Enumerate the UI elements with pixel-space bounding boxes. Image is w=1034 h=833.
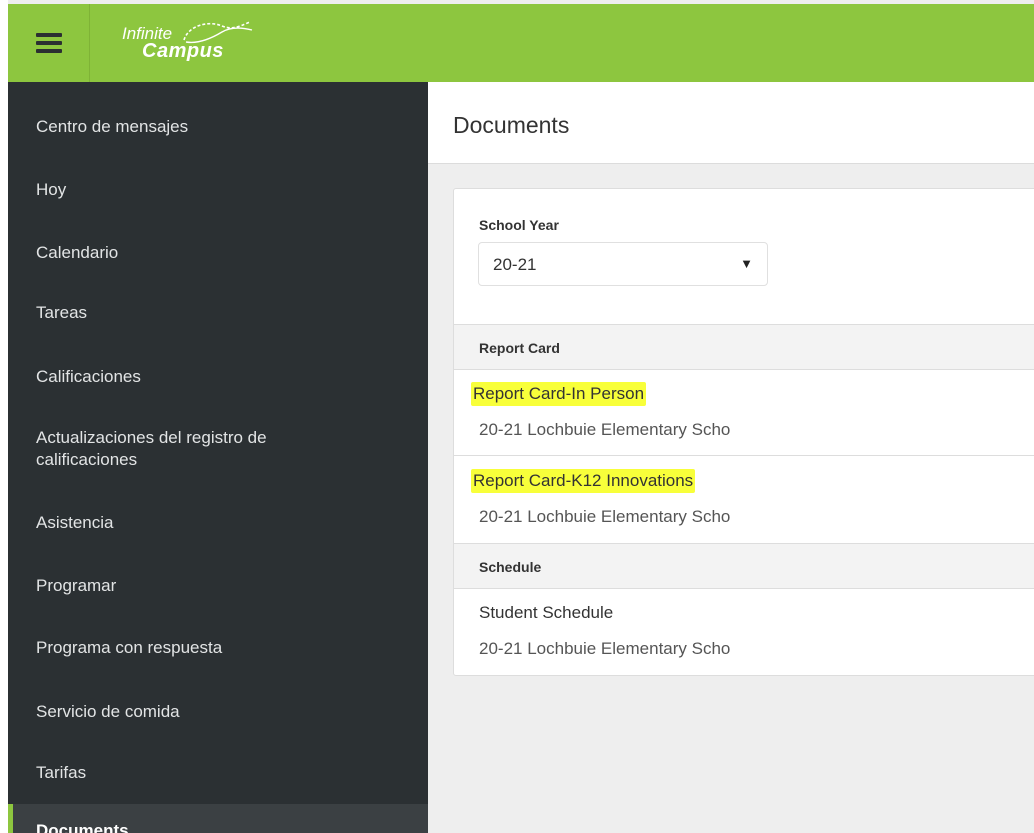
- sidebar-item-documents[interactable]: Documents: [8, 804, 428, 833]
- sidebar-item-label: Tareas: [36, 303, 88, 322]
- infinite-campus-logo[interactable]: Infinite Campus: [122, 18, 262, 68]
- sidebar-item-hoy[interactable]: Hoy: [8, 179, 428, 201]
- school-year-value: 20-21: [493, 255, 537, 274]
- sidebar-item-label: Servicio de comida: [36, 702, 180, 721]
- page-title: Documents: [453, 112, 570, 138]
- hamburger-menu-button[interactable]: [8, 4, 90, 82]
- documents-card: School Year 20-21 ▼ Report Card Report C…: [453, 188, 1034, 676]
- document-title-link[interactable]: Student Schedule: [479, 603, 613, 623]
- sidebar-item-label: Centro de mensajes: [36, 117, 189, 136]
- sidebar-item-label: Actualizaciones del registro de califica…: [36, 428, 267, 469]
- sidebar-item-label: Hoy: [36, 180, 67, 199]
- document-title-link[interactable]: Report Card-K12 Innovations: [471, 469, 696, 493]
- caret-down-icon: ▼: [740, 256, 753, 271]
- app-window: Infinite Campus Centro de mensajes Hoy C…: [0, 0, 1034, 833]
- sidebar-item-programa-con-respuesta[interactable]: Programa con respuesta: [8, 637, 428, 659]
- section-heading: Report Card: [479, 340, 560, 356]
- sidebar-nav: Centro de mensajes Hoy Calendario Tareas…: [8, 82, 428, 833]
- sidebar-item-asistencia[interactable]: Asistencia: [8, 512, 428, 534]
- sidebar-item-label: Calendario: [36, 243, 119, 262]
- sidebar-item-calendario[interactable]: Calendario: [8, 242, 428, 264]
- sidebar-item-servicio-de-comida[interactable]: Servicio de comida: [8, 701, 428, 723]
- sidebar-item-centro-de-mensajes[interactable]: Centro de mensajes: [8, 116, 428, 138]
- sidebar-item-label: Calificaciones: [36, 367, 141, 386]
- sidebar-item-label: Documents: [36, 821, 129, 833]
- page-edge: [0, 0, 8, 833]
- document-row-student-schedule[interactable]: Student Schedule 20-21 Lochbuie Elementa…: [454, 589, 1034, 675]
- sidebar-item-tarifas[interactable]: Tarifas: [8, 762, 428, 784]
- sidebar-item-label: Programar: [36, 576, 117, 595]
- sidebar-item-calificaciones[interactable]: Calificaciones: [8, 366, 428, 388]
- sidebar-item-label: Asistencia: [36, 513, 114, 532]
- section-header-schedule: Schedule: [454, 543, 1034, 589]
- logo-text-campus: Campus: [142, 40, 224, 62]
- sidebar-item-label: Programa con respuesta: [36, 638, 223, 657]
- section-header-report-card: Report Card: [454, 324, 1034, 370]
- document-title-link[interactable]: Report Card-In Person: [471, 382, 647, 406]
- school-year-select[interactable]: 20-21 ▼: [478, 242, 768, 286]
- page-title-bar: Documents: [428, 82, 1034, 164]
- document-subtitle: 20-21 Lochbuie Elementary Scho: [479, 507, 731, 526]
- hamburger-icon: [35, 33, 62, 53]
- sidebar-item-programar[interactable]: Programar: [8, 575, 428, 597]
- document-row-report-card-k12[interactable]: Report Card-K12 Innovations 20-21 Lochbu…: [454, 457, 1034, 543]
- document-subtitle: 20-21 Lochbuie Elementary Scho: [479, 639, 731, 658]
- sidebar-item-label: Tarifas: [36, 763, 87, 782]
- sidebar-item-tareas[interactable]: Tareas: [8, 302, 428, 324]
- document-row-report-card-in-person[interactable]: Report Card-In Person 20-21 Lochbuie Ele…: [454, 370, 1034, 456]
- section-heading: Schedule: [479, 559, 542, 575]
- sidebar-item-actualizaciones[interactable]: Actualizaciones del registro de califica…: [8, 427, 348, 471]
- school-year-label: School Year: [479, 217, 559, 233]
- document-subtitle: 20-21 Lochbuie Elementary Scho: [479, 420, 731, 439]
